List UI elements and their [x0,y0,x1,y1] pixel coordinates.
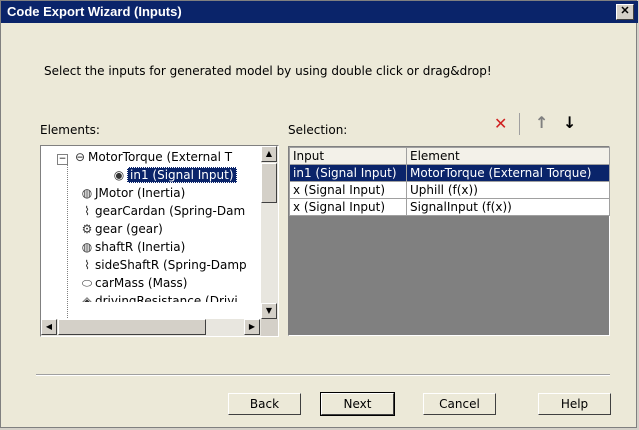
inertia-icon: ◍ [81,240,93,254]
tree-item-carmass[interactable]: ⬭ carMass (Mass) [79,274,188,292]
tree-item-label: drivingResistance (Drivi [95,294,238,302]
scroll-corner [261,319,278,336]
instruction-text: Select the inputs for generated model by… [44,64,492,78]
tree-item-label: shaftR (Inertia) [95,240,186,254]
scroll-left-icon[interactable]: ◀ [41,319,57,335]
spring-damper-icon: ⌇ [84,204,90,218]
scroll-thumb[interactable] [261,163,277,203]
tree-line [67,160,68,320]
tree-item-label: gearCardan (Spring-Dam [95,204,246,218]
move-down-button[interactable]: ↓ [563,115,576,131]
cell-element[interactable]: MotorTorque (External Torque) [406,164,610,182]
help-button[interactable]: Help [538,393,611,415]
inertia-icon: ◍ [81,186,93,200]
elements-label: Elements: [40,123,100,137]
tree-item-label: MotorTorque (External T [88,150,233,164]
cell-element[interactable]: Uphill (f(x)) [406,181,610,199]
selection-grid[interactable]: Input Element in1 (Signal Input) MotorTo… [288,146,610,336]
tree-item-motortorque[interactable]: − ⊖ MotorTorque (External T [57,148,232,166]
scroll-thumb[interactable] [58,319,206,335]
close-button[interactable]: ✕ [616,4,634,20]
table-row[interactable]: x (Signal Input) Uphill (f(x)) [289,181,610,199]
table-row[interactable]: in1 (Signal Input) MotorTorque (External… [289,164,610,182]
tree-item-label: gear (gear) [95,222,163,236]
tree-item-jmotor[interactable]: ◍ JMotor (Inertia) [79,184,186,202]
tree-item-in1[interactable]: ◉ in1 (Signal Input) [111,166,237,184]
scroll-up-icon[interactable]: ▲ [261,146,277,162]
toolbar-separator [519,113,520,135]
tree-item-shaftr[interactable]: ◍ shaftR (Inertia) [79,238,186,256]
scroll-right-icon[interactable]: ▶ [244,319,260,335]
back-button[interactable]: Back [228,393,301,415]
cell-element[interactable]: SignalInput (f(x)) [406,198,610,216]
remove-button[interactable]: ✕ [494,116,507,132]
tree-horizontal-scrollbar[interactable]: ◀ ▶ [41,319,261,336]
divider [36,374,610,376]
elements-tree[interactable]: − ⊖ MotorTorque (External T ◉ in1 (Signal I… [40,145,279,337]
tree-item-drivingresistance[interactable]: ◈ drivingResistance (Drivi [79,292,238,302]
cancel-button[interactable]: Cancel [423,393,496,415]
tree-item-label: carMass (Mass) [95,276,188,290]
selection-label: Selection: [288,123,348,137]
arrow-down-icon: ↓ [563,113,577,132]
cell-input[interactable]: in1 (Signal Input) [289,164,407,182]
collapse-toggle[interactable]: − [57,154,68,165]
next-button[interactable]: Next [320,392,395,416]
tree-item-label: JMotor (Inertia) [95,186,186,200]
table-row[interactable]: x (Signal Input) SignalInput (f(x)) [289,198,610,216]
column-header-input[interactable]: Input [289,147,407,165]
external-torque-icon: ⊖ [74,150,86,164]
scroll-down-icon[interactable]: ▼ [261,303,277,319]
window-title: Code Export Wizard (Inputs) [7,4,182,19]
wizard-window: Code Export Wizard (Inputs) ✕ Select the… [0,0,638,428]
move-up-button[interactable]: ↑ [535,115,548,131]
spring-damper-icon: ⌇ [84,258,90,272]
cell-input[interactable]: x (Signal Input) [289,181,407,199]
tree-item-gearcardan[interactable]: ⌇ gearCardan (Spring-Dam [79,202,245,220]
title-bar: Code Export Wizard (Inputs) ✕ [1,1,638,23]
arrow-up-icon: ↑ [535,113,549,132]
grid-header: Input Element [289,147,610,165]
mass-icon: ⬭ [81,276,93,290]
tree-item-label: in1 (Signal Input) [127,167,237,183]
delete-icon: ✕ [494,114,508,133]
tree-item-label: sideShaftR (Spring-Damp [95,258,247,272]
signal-input-icon: ◉ [113,168,125,182]
tree-item-sideshaftr[interactable]: ⌇ sideShaftR (Spring-Damp [79,256,247,274]
resistance-icon: ◈ [82,294,92,302]
tree-vertical-scrollbar[interactable]: ▲ ▼ [261,146,278,320]
column-header-element[interactable]: Element [406,147,610,165]
gear-icon: ⚙ [81,222,93,236]
cell-input[interactable]: x (Signal Input) [289,198,407,216]
tree-item-gear[interactable]: ⚙ gear (gear) [79,220,163,238]
